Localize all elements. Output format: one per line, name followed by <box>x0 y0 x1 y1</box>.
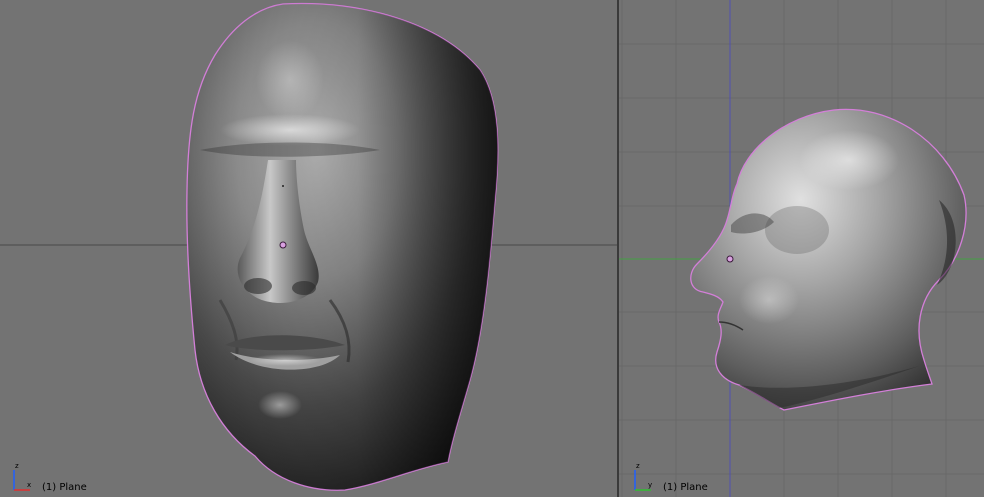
axis-label-y: y <box>648 481 652 489</box>
axis-label-x: x <box>27 481 31 489</box>
head-mesh-front[interactable] <box>186 2 499 491</box>
axis-label-z: z <box>636 462 640 470</box>
axis-gizmo-icon: z x <box>13 462 31 491</box>
front-viewport[interactable]: z x (1) Plane <box>0 0 617 497</box>
side-viewport[interactable]: z y (1) Plane <box>619 0 984 497</box>
front-viewport-canvas[interactable] <box>0 0 617 497</box>
axis-label-z: z <box>15 462 19 470</box>
axis-gizmo-icon: z y <box>634 462 652 491</box>
object-label: (1) Plane <box>42 482 87 493</box>
pivot-point-icon[interactable] <box>279 241 287 249</box>
pivot-point-icon[interactable] <box>726 255 734 263</box>
object-label: (1) Plane <box>663 482 708 493</box>
vertex-dot <box>282 185 284 187</box>
side-viewport-canvas[interactable] <box>619 0 984 497</box>
blender-3d-view-window: z x (1) Plane z y (1) Plane <box>0 0 984 497</box>
